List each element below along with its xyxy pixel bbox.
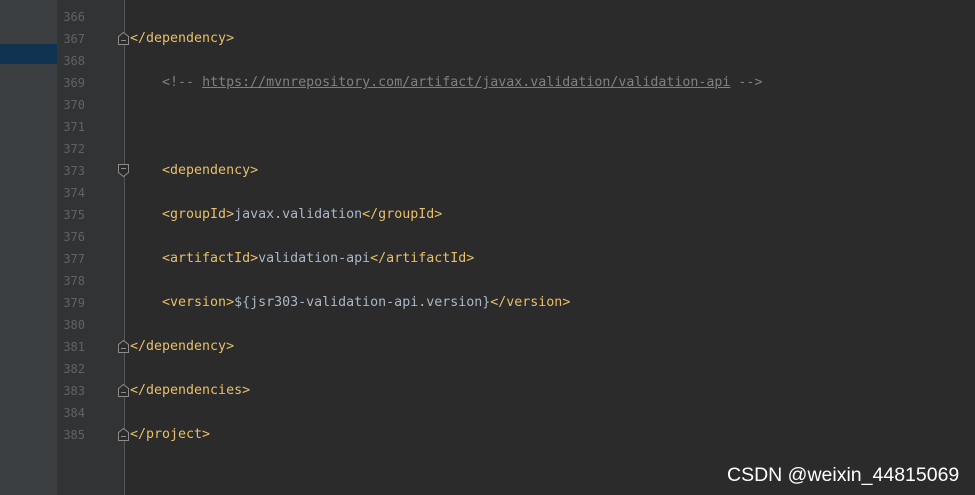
code-text[interactable] (130, 358, 975, 380)
line-number: 370 (63, 98, 85, 112)
xml-tag: </version> (490, 295, 571, 310)
code-line: 372 (0, 138, 975, 160)
code-text[interactable] (130, 116, 975, 138)
comment-close: --> (730, 75, 763, 90)
code-text[interactable] (130, 314, 975, 336)
code-line: 373 <dependency> (0, 160, 975, 182)
xml-value: javax.validation (234, 207, 363, 222)
code-text[interactable]: </dependency> (130, 28, 975, 50)
code-line: 371 (0, 116, 975, 138)
code-line: 375 <groupId>javax.validation</groupId> (0, 204, 975, 226)
code-text[interactable] (130, 138, 975, 160)
line-number: 382 (63, 362, 85, 376)
fold-end-icon[interactable] (118, 428, 129, 441)
xml-value: ${jsr303-validation-api.version} (234, 295, 491, 310)
code-line: 376 (0, 226, 975, 248)
fold-end-icon[interactable] (118, 32, 129, 45)
line-number: 375 (63, 208, 85, 222)
line-number: 385 (63, 428, 85, 442)
xml-tag: </dependencies> (130, 383, 251, 398)
xml-tag: <groupId> (130, 207, 235, 222)
xml-tag: <artifactId> (130, 251, 259, 266)
code-text[interactable]: <artifactId>validation-api</artifactId> (130, 248, 975, 270)
code-text[interactable]: <!-- https://mvnrepository.com/artifact/… (130, 72, 975, 94)
code-text[interactable] (130, 50, 975, 72)
line-number: 383 (63, 384, 85, 398)
line-number: 369 (63, 76, 85, 90)
code-text[interactable] (130, 226, 975, 248)
fold-end-icon[interactable] (118, 384, 129, 397)
code-line: 384 (0, 402, 975, 424)
code-text[interactable] (130, 6, 975, 28)
code-text[interactable]: <groupId>javax.validation</groupId> (130, 204, 975, 226)
code-line: 368 (0, 50, 975, 72)
code-line: 370 (0, 94, 975, 116)
line-number: 371 (63, 120, 85, 134)
fold-end-icon[interactable] (118, 340, 129, 353)
line-number: 384 (63, 406, 85, 420)
code-text[interactable] (130, 182, 975, 204)
code-line: 378 (0, 270, 975, 292)
code-line: 383 </dependencies> (0, 380, 975, 402)
code-text[interactable]: </project> (130, 424, 975, 446)
code-text[interactable]: <dependency> (130, 160, 975, 182)
comment-open: <!-- (130, 75, 203, 90)
line-number: 367 (63, 32, 85, 46)
line-number: 377 (63, 252, 85, 266)
xml-tag: </artifactId> (370, 251, 475, 266)
code-line: 377 <artifactId>validation-api</artifact… (0, 248, 975, 270)
code-line: 385 </project> (0, 424, 975, 446)
code-line: 366 (0, 6, 975, 28)
line-number: 376 (63, 230, 85, 244)
line-number: 379 (63, 296, 85, 310)
line-number: 368 (63, 54, 85, 68)
watermark: CSDN @weixin_44815069 (727, 464, 960, 486)
code-text[interactable] (130, 270, 975, 292)
line-number: 373 (63, 164, 85, 178)
code-text[interactable] (130, 94, 975, 116)
xml-tag: <dependency> (130, 163, 259, 178)
line-number: 366 (63, 10, 85, 24)
line-number: 374 (63, 186, 85, 200)
code-line: 369 <!-- https://mvnrepository.com/artif… (0, 72, 975, 94)
line-number: 381 (63, 340, 85, 354)
xml-tag: </project> (130, 427, 211, 442)
code-text[interactable]: </dependency> (130, 336, 975, 358)
code-text[interactable]: </dependencies> (130, 380, 975, 402)
xml-tag: </groupId> (362, 207, 443, 222)
line-number: 372 (63, 142, 85, 156)
code-line: 382 (0, 358, 975, 380)
line-number: 378 (63, 274, 85, 288)
code-line: 379 <version>${jsr303-validation-api.ver… (0, 292, 975, 314)
code-line: 381 </dependency> (0, 336, 975, 358)
xml-value: validation-api (258, 251, 371, 266)
code-lines: 366 367 </dependency> 368 369 <!-- https… (0, 6, 975, 446)
comment-url-link[interactable]: https://mvnrepository.com/artifact/javax… (202, 75, 730, 90)
xml-tag: </dependency> (130, 339, 235, 354)
line-number: 380 (63, 318, 85, 332)
code-line: 367 </dependency> (0, 28, 975, 50)
fold-start-icon[interactable] (118, 164, 129, 177)
code-text[interactable] (130, 402, 975, 424)
xml-tag: </dependency> (130, 31, 235, 46)
xml-tag: <version> (130, 295, 235, 310)
code-text[interactable]: <version>${jsr303-validation-api.version… (130, 292, 975, 314)
code-line: 374 (0, 182, 975, 204)
code-line: 380 (0, 314, 975, 336)
